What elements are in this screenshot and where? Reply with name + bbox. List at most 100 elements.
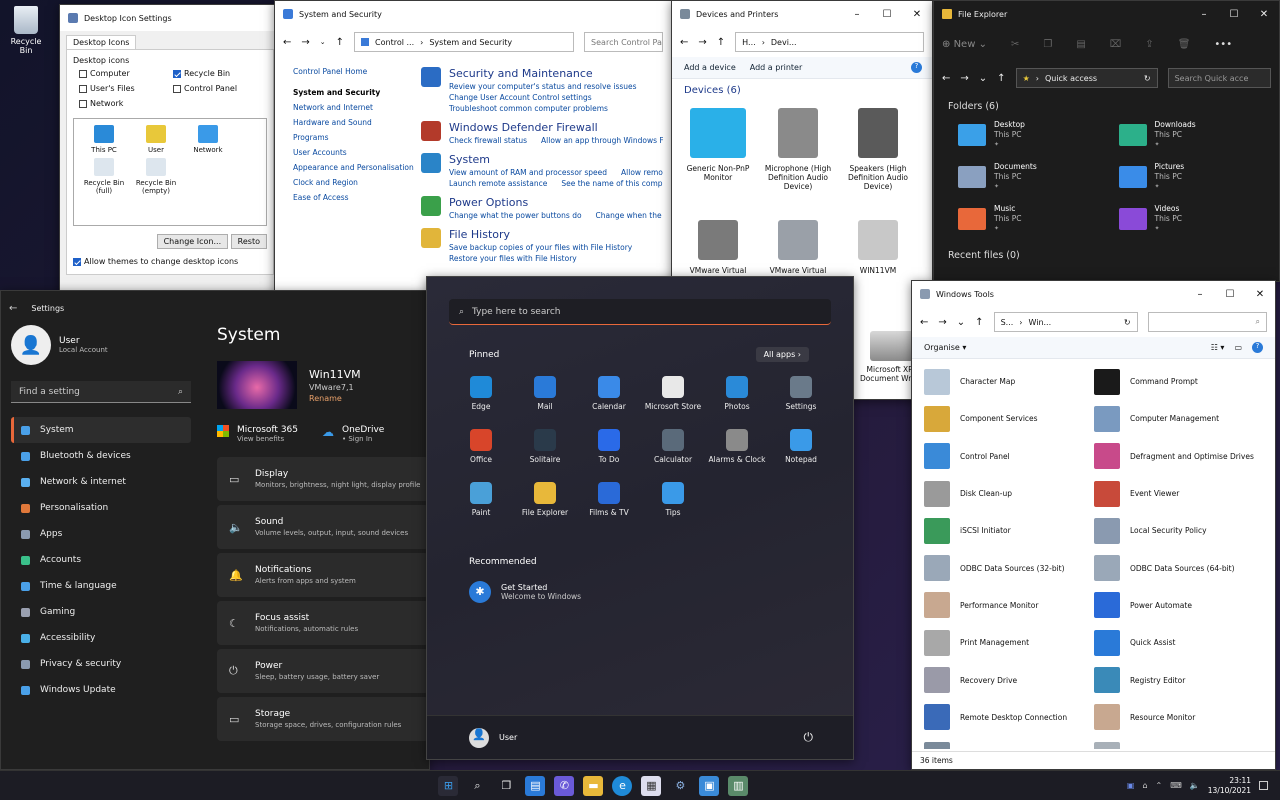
up-arrow-icon[interactable]: ↑ <box>975 317 983 328</box>
desktop-icon-checkbox[interactable] <box>79 69 87 78</box>
tool-item[interactable]: Run <box>924 736 1094 749</box>
tool-item[interactable]: iSCSI Initiator <box>924 512 1094 549</box>
settings-card[interactable]: 🔈 Sound Volume levels, output, input, soun… <box>217 505 429 549</box>
desktop-icon-preview[interactable]: This PC <box>80 125 128 154</box>
desktop-icon-preview[interactable]: Recycle Bin (empty) <box>132 158 180 195</box>
copy-icon[interactable]: ❐ <box>1043 39 1052 50</box>
search-input[interactable]: Search Control Pa <box>584 32 663 52</box>
pinned-app[interactable]: To Do <box>577 429 641 464</box>
power-icon[interactable]: ⏻ <box>804 730 814 745</box>
cp-nav-item[interactable]: System and Security <box>293 88 421 97</box>
search-input[interactable]: ⌕ <box>1147 312 1267 332</box>
cp-section-link[interactable]: Allow an app through Windows Firewall <box>541 136 663 145</box>
cp-section-link[interactable]: See the name of this computer <box>561 179 663 188</box>
back-arrow-icon[interactable]: ← <box>920 317 928 328</box>
cp-section-link[interactable]: Launch remote assistance <box>449 179 547 188</box>
refresh-icon[interactable]: ↻ <box>1124 318 1131 327</box>
tool-item[interactable]: Power Automate <box>1094 587 1264 624</box>
more-icon[interactable]: ••• <box>1214 39 1232 50</box>
desktop-icon-checkbox[interactable] <box>79 84 87 93</box>
all-apps-button[interactable]: All apps › <box>755 347 809 362</box>
cp-section-link[interactable]: Check firewall status <box>449 136 527 145</box>
back-arrow-icon[interactable]: ← <box>942 73 950 84</box>
task-view-icon[interactable]: ❐ <box>496 776 516 796</box>
tab-desktop-icons[interactable]: Desktop Icons <box>66 35 137 49</box>
pinned-app[interactable]: Office <box>449 429 513 464</box>
start-search-input[interactable]: ⌕ Type here to search <box>449 299 831 325</box>
device-item[interactable]: Microphone (High Definition Audio Device… <box>758 102 838 206</box>
pinned-app[interactable]: Solitaire <box>513 429 577 464</box>
desktop-icon-preview[interactable]: Network <box>184 125 232 154</box>
network-tray-icon[interactable]: ⌂ <box>1142 781 1147 790</box>
user-avatar[interactable]: 👤 <box>469 727 489 748</box>
cp-section-link[interactable]: View amount of RAM and processor speed <box>449 168 607 177</box>
cp-section-link[interactable]: Change User Account Control settings <box>449 93 592 102</box>
start-user-name[interactable]: User <box>499 733 804 742</box>
pinned-app[interactable]: Notepad <box>769 429 833 464</box>
file-explorer-icon[interactable]: ▬ <box>583 775 604 796</box>
close-icon[interactable]: ✕ <box>902 9 932 20</box>
pinned-app[interactable]: Alarms & Clock <box>705 429 769 464</box>
chevron-down-icon[interactable]: ⌄ <box>320 38 326 46</box>
breadcrumb-system[interactable]: S... <box>1001 318 1014 327</box>
ime-tray-icon[interactable]: ⌨ <box>1170 781 1182 790</box>
pinned-app[interactable]: Mail <box>513 376 577 411</box>
control-panel-icon[interactable]: ▣ <box>699 775 720 796</box>
edge-icon[interactable]: e <box>612 775 633 796</box>
tool-item[interactable]: Component Services <box>924 400 1094 437</box>
recent-files-header[interactable]: Recent files (0) <box>934 236 1279 275</box>
pinned-app[interactable]: Photos <box>705 376 769 411</box>
teams-tray-icon[interactable]: ▣ <box>1127 781 1135 790</box>
folder-item[interactable]: Pictures This PC ✦ <box>1118 160 1280 194</box>
up-arrow-icon[interactable]: ↑ <box>997 73 1005 84</box>
chevron-up-icon[interactable]: ⌃ <box>1156 781 1163 790</box>
tool-item[interactable]: Recovery Drive <box>924 661 1094 698</box>
teams-chat-icon[interactable]: ✆ <box>554 775 575 796</box>
get-started-item[interactable]: ✱ Get Started Welcome to Windows <box>469 581 853 603</box>
settings-card[interactable]: ▭ Storage Storage space, drives, configura… <box>217 697 429 741</box>
back-arrow-icon[interactable]: ← <box>9 303 17 314</box>
tool-item[interactable]: Quick Assist <box>1094 624 1264 661</box>
chevron-down-icon[interactable]: ⌄ <box>979 73 987 84</box>
help-icon[interactable]: ? <box>1252 342 1263 353</box>
cp-section-link[interactable]: Restore your files with File History <box>449 254 577 263</box>
breadcrumb-hardware[interactable]: H... <box>742 38 756 47</box>
cp-nav-item[interactable]: Network and Internet <box>293 103 421 112</box>
settings-nav-item[interactable]: Accounts <box>11 547 191 573</box>
icon-preview-list[interactable]: This PC User Network Recycle Bin (full) Recy… <box>73 118 267 226</box>
chevron-down-icon[interactable]: ⌄ <box>957 317 965 328</box>
tool-item[interactable]: Computer Management <box>1094 400 1264 437</box>
cp-section-link[interactable]: Review your computer's status and resolv… <box>449 82 637 91</box>
folder-item[interactable]: Downloads This PC ✦ <box>1118 118 1280 152</box>
breadcrumb-system-security[interactable]: System and Security <box>429 38 512 47</box>
cp-section-link[interactable]: Change when the comp <box>596 211 663 220</box>
cp-section-link[interactable]: Change what the power buttons do <box>449 211 582 220</box>
minimize-icon[interactable]: – <box>1185 289 1215 300</box>
breadcrumb-control-panel[interactable]: Control ... <box>375 38 414 47</box>
tool-item[interactable]: Event Viewer <box>1094 475 1264 512</box>
cut-icon[interactable]: ✂ <box>1011 39 1019 50</box>
delete-icon[interactable]: 🗑 <box>1178 39 1191 50</box>
pinned-app[interactable]: Tips <box>641 482 705 517</box>
tool-item[interactable]: Command Prompt <box>1094 363 1264 400</box>
device-item[interactable]: Generic Non-PnP Monitor <box>678 102 758 206</box>
settings-nav-item[interactable]: Network & internet <box>11 469 191 495</box>
add-device-button[interactable]: Add a device <box>684 63 736 72</box>
settings-card[interactable]: ▭ Display Monitors, brightness, night ligh… <box>217 457 429 501</box>
view-options-icon[interactable]: ☷ ▾ <box>1211 343 1225 352</box>
folder-item[interactable]: Desktop This PC ✦ <box>958 118 1119 152</box>
tool-item[interactable]: Local Security Policy <box>1094 512 1264 549</box>
cp-section-heading[interactable]: Power Options <box>449 196 663 209</box>
wallpaper-thumbnail[interactable] <box>217 361 297 409</box>
cp-nav-item[interactable]: User Accounts <box>293 148 421 157</box>
desktop-icon-check-row[interactable]: Control Panel <box>173 84 267 93</box>
new-button[interactable]: ⊕ New ⌄ <box>942 39 987 50</box>
minimize-icon[interactable]: – <box>842 9 872 20</box>
tool-item[interactable]: Print Management <box>924 624 1094 661</box>
paste-icon[interactable]: ▤ <box>1076 39 1085 50</box>
settings-nav-item[interactable]: Gaming <box>11 599 191 625</box>
maximize-icon[interactable]: ☐ <box>872 9 902 20</box>
settings-nav-item[interactable]: Bluetooth & devices <box>11 443 191 469</box>
minimize-icon[interactable]: – <box>1189 9 1219 20</box>
forward-arrow-icon[interactable]: → <box>938 317 946 328</box>
